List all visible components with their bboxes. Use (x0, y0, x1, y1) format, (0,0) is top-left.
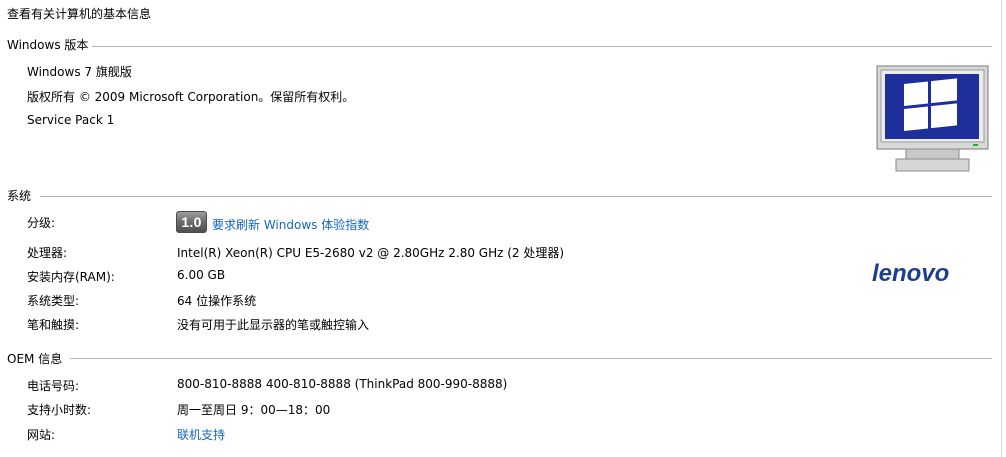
support-hours-value: 周一至周日 9：00—18：00 (177, 403, 331, 417)
website-label: 网站: (27, 428, 56, 442)
rating-label: 分级: (27, 216, 56, 230)
lenovo-logo: lenovo (872, 260, 949, 287)
service-pack: Service Pack 1 (27, 113, 115, 127)
processor-label: 处理器: (27, 246, 68, 260)
experience-index-score-badge[interactable]: 1.0 (176, 211, 207, 233)
support-hours-label: 支持小时数: (27, 403, 92, 417)
refresh-experience-index-link[interactable]: 要求刷新 Windows 体验指数 (212, 216, 369, 233)
phone-value: 800-810-8888 400-810-8888 (ThinkPad 800-… (177, 377, 508, 391)
processor-value: Intel(R) Xeon(R) CPU E5-2680 v2 @ 2.80GH… (177, 246, 565, 260)
windows-edition-name: Windows 7 旗舰版 (27, 65, 132, 79)
system-section-divider (40, 196, 992, 197)
online-support-link[interactable]: 联机支持 (177, 426, 225, 443)
phone-label: 电话号码: (27, 379, 80, 393)
pen-touch-label: 笔和触摸: (27, 318, 80, 332)
oem-section-divider (70, 358, 992, 359)
system-section-header: 系统 (7, 189, 32, 203)
lenovo-logo-text: lenovo (872, 260, 949, 287)
windows-copyright: 版权所有 © 2009 Microsoft Corporation。保留所有权利… (27, 90, 355, 104)
edition-section-divider (92, 46, 992, 47)
system-type-value: 64 位操作系统 (177, 294, 257, 308)
memory-label: 安装内存(RAM): (27, 270, 115, 284)
windows-monitor-icon (876, 65, 989, 172)
page-title: 查看有关计算机的基本信息 (7, 7, 152, 21)
oem-section-header: OEM 信息 (7, 352, 63, 366)
pen-touch-value: 没有可用于此显示器的笔或触控输入 (177, 318, 370, 332)
window-edge (1001, 0, 1002, 457)
system-properties-page: 查看有关计算机的基本信息 Windows 版本 Windows 7 旗舰版 版权… (0, 0, 1006, 457)
system-type-label: 系统类型: (27, 294, 80, 308)
edition-section-header: Windows 版本 (7, 38, 89, 52)
memory-value: 6.00 GB (177, 268, 226, 282)
